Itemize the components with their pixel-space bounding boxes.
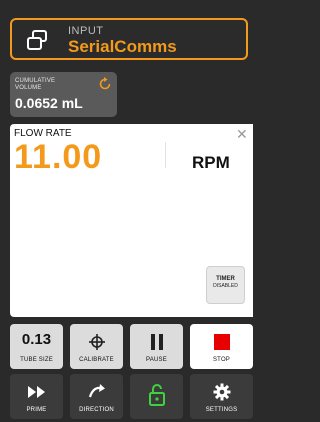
pause-label: PAUSE xyxy=(146,357,167,363)
direction-button[interactable]: DIRECTION xyxy=(70,374,123,419)
stop-button[interactable]: STOP xyxy=(190,324,253,369)
cumulative-volume-value: 0.0652 mL xyxy=(15,95,83,111)
cumulative-volume-card: CUMULATIVE VOLUME 0.0652 mL xyxy=(10,72,117,117)
input-label: INPUT xyxy=(68,25,104,37)
tube-size-value: 0.13 xyxy=(21,331,52,348)
tube-size-button[interactable]: 0.13 TUBE SIZE xyxy=(10,324,63,369)
stop-icon xyxy=(190,333,253,351)
pause-icon xyxy=(130,333,183,351)
direction-label: DIRECTION xyxy=(79,407,114,413)
gear-icon xyxy=(190,383,253,401)
flow-rate-divider xyxy=(165,142,166,168)
pause-button[interactable]: PAUSE xyxy=(130,324,183,369)
flow-rate-panel: FLOW RATE ✕ 11.00 RPM TIMER DISABLED xyxy=(10,124,253,317)
stop-label: STOP xyxy=(212,357,231,363)
timer-label: TIMER xyxy=(216,276,235,282)
lock-button[interactable] xyxy=(130,374,183,419)
fast-forward-icon xyxy=(10,383,63,401)
crosshair-icon xyxy=(70,333,123,351)
close-icon[interactable]: ✕ xyxy=(236,126,248,143)
cumulative-volume-label: CUMULATIVE VOLUME xyxy=(15,78,55,92)
input-link-icon xyxy=(27,30,47,50)
cumulative-volume-label-line1: CUMULATIVE xyxy=(15,78,56,84)
cumulative-volume-label-line2: VOLUME xyxy=(15,85,42,91)
calibrate-button[interactable]: CALIBRATE xyxy=(70,324,123,369)
settings-button[interactable]: SETTINGS xyxy=(190,374,253,419)
direction-arrow-icon xyxy=(70,383,123,401)
settings-label: SETTINGS xyxy=(205,407,238,413)
calibrate-label: CALIBRATE xyxy=(79,357,114,363)
prime-label: PRIME xyxy=(26,407,47,413)
tube-size-label: TUBE SIZE xyxy=(20,357,53,363)
input-source-card[interactable]: INPUT SerialComms xyxy=(10,18,248,60)
prime-button[interactable]: PRIME xyxy=(10,374,63,419)
timer-status: DISABLED xyxy=(213,283,238,289)
input-value: SerialComms xyxy=(68,37,177,56)
reset-icon[interactable] xyxy=(98,77,112,91)
unlock-icon xyxy=(130,384,183,406)
flow-rate-unit[interactable]: RPM xyxy=(192,153,230,173)
flow-rate-value[interactable]: 11.00 xyxy=(14,138,102,177)
timer-button[interactable]: TIMER DISABLED xyxy=(206,266,245,304)
